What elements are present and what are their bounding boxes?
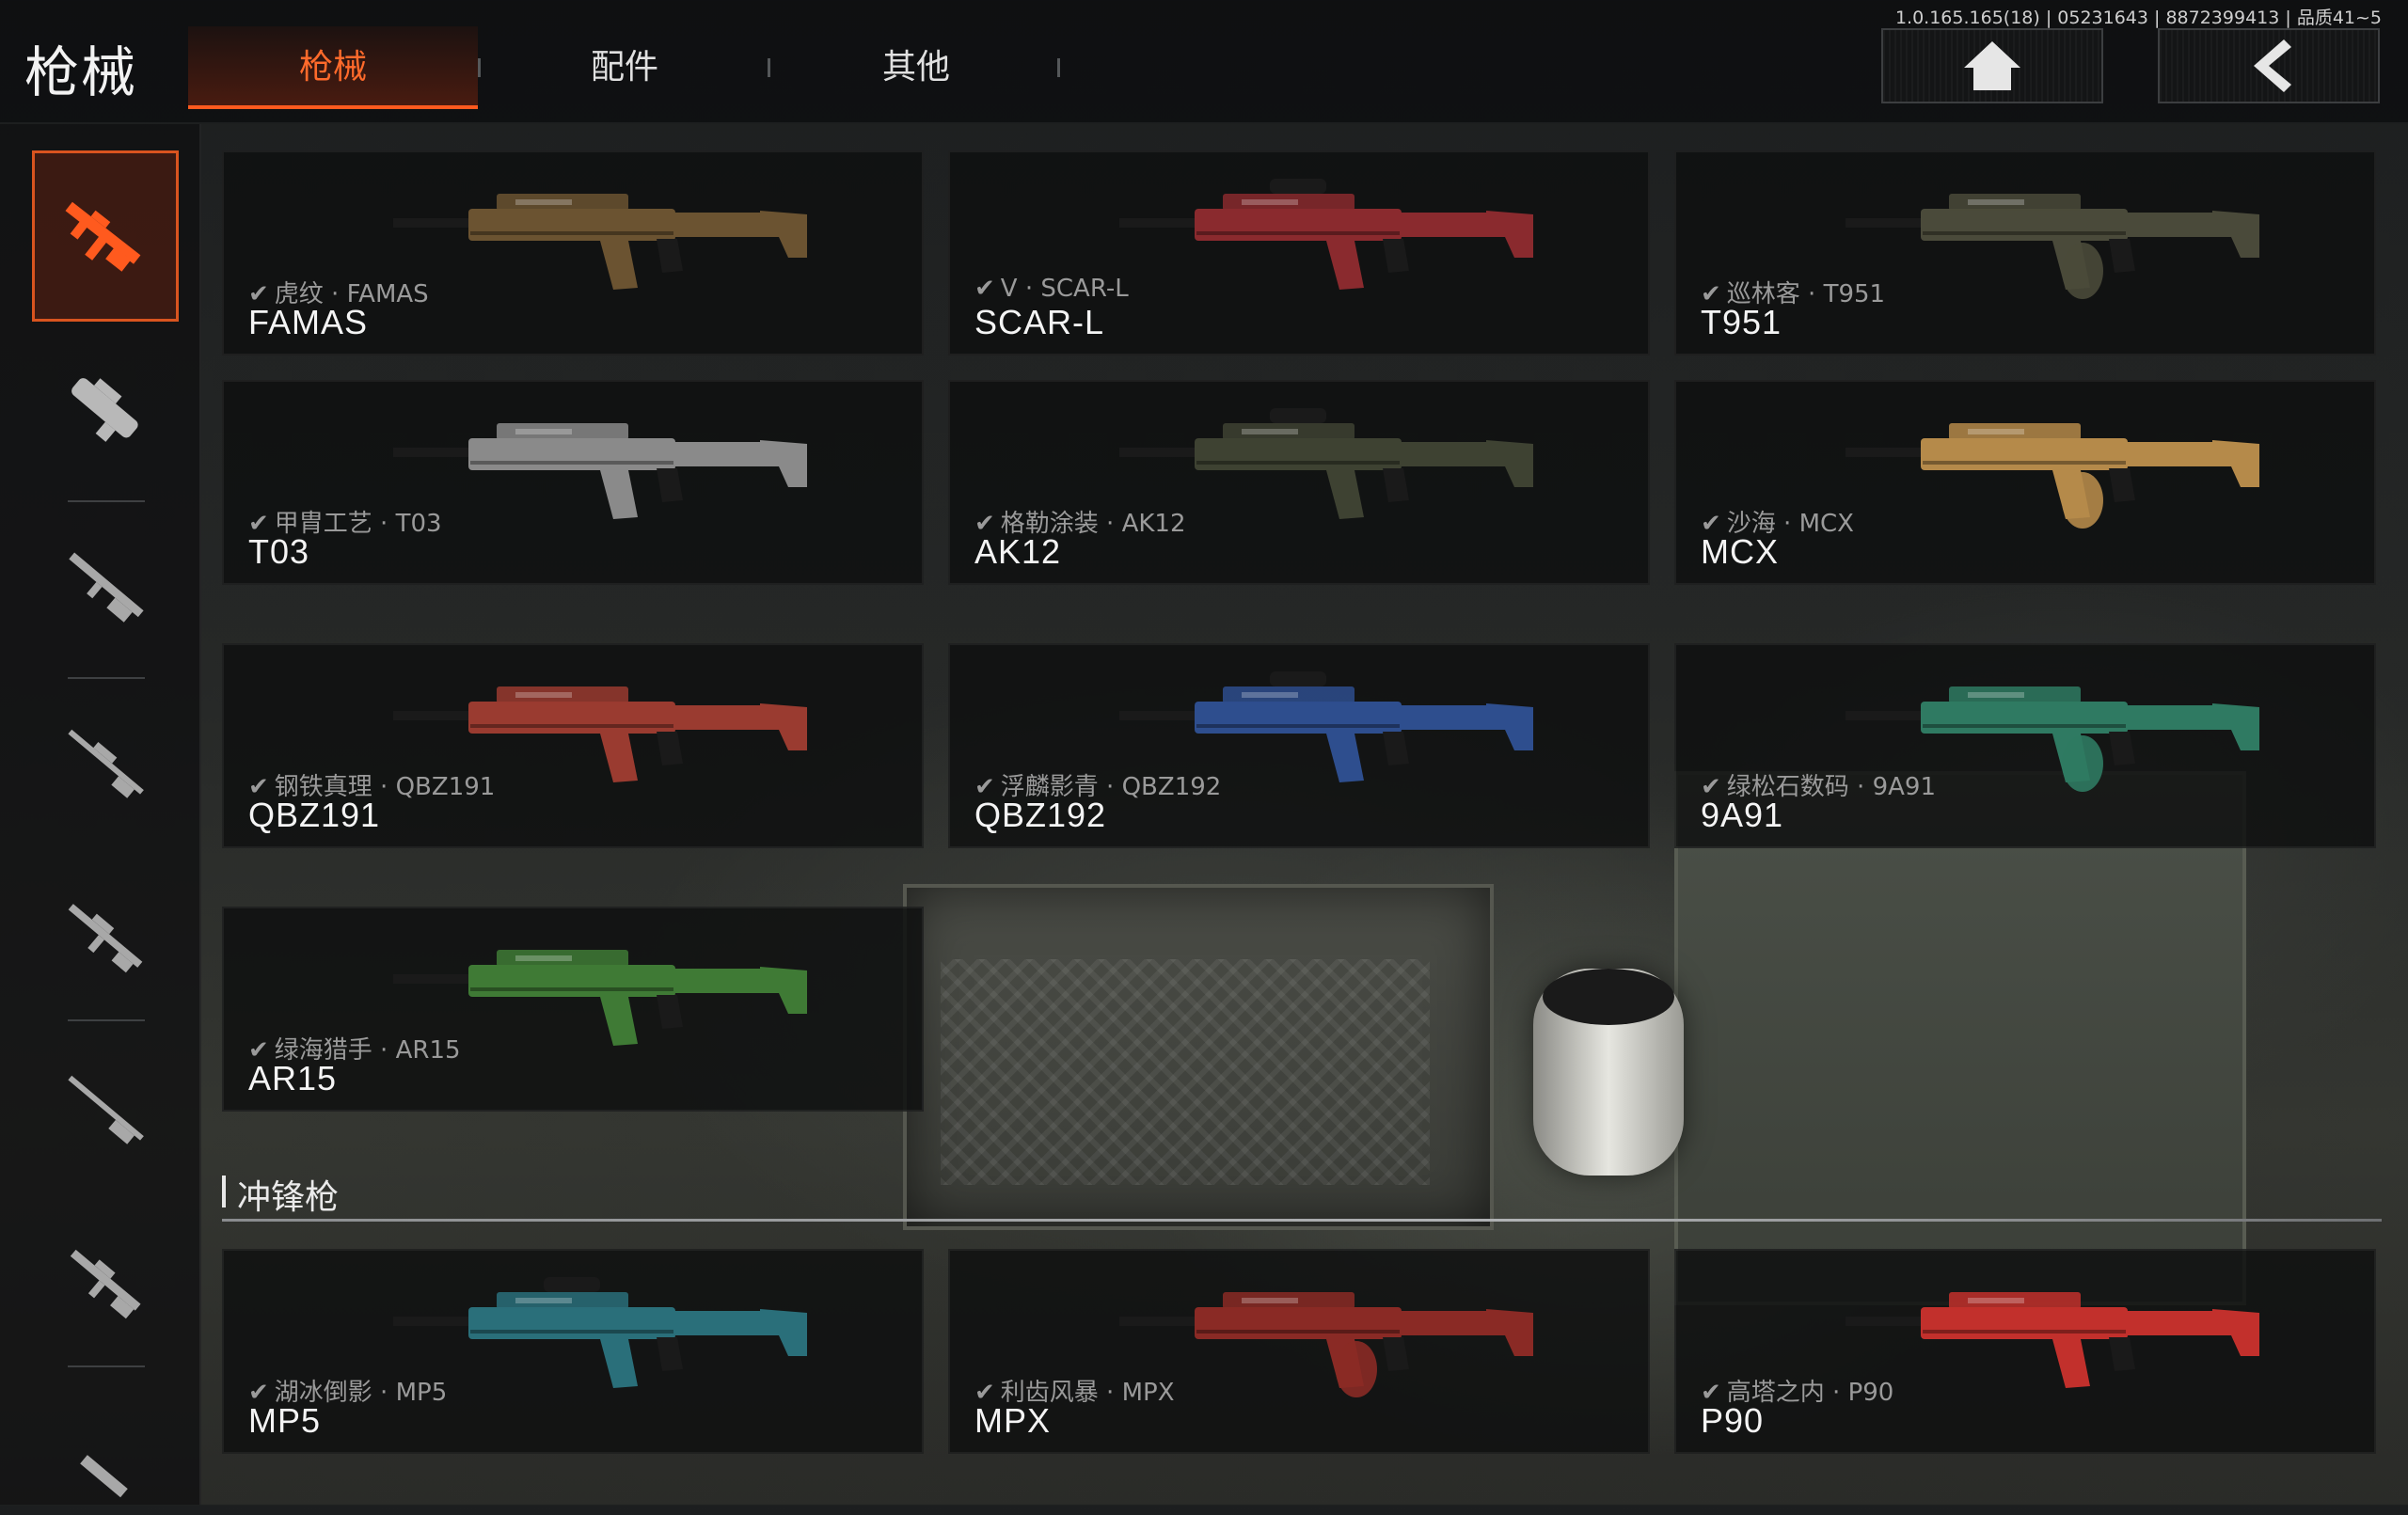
weapon-card-qbz191[interactable]: ✔ 钢铁真理 · QBZ191 QBZ191 — [222, 643, 924, 848]
weapon-name: AR15 — [248, 1059, 338, 1097]
section-divider — [222, 1219, 2382, 1222]
weapon-image-container — [384, 395, 816, 540]
weapon-image-container — [1110, 166, 1543, 310]
weapon-image-container — [1836, 166, 2269, 310]
weapon-card-9a91[interactable]: ✔ 绿松石数码 · 9A91 9A91 — [1674, 643, 2376, 848]
weapon-category-sidebar — [0, 124, 201, 1505]
carbine-icon — [70, 1249, 141, 1319]
smg-icon — [71, 378, 138, 442]
weapon-name: QBZ192 — [974, 796, 1107, 834]
tab-divider — [1057, 58, 1060, 77]
section-header-smg: 冲锋枪 — [222, 1166, 2382, 1222]
weapon-card-famas[interactable]: ✔ 虎纹 · FAMAS FAMAS — [222, 150, 924, 355]
back-button[interactable] — [2158, 28, 2380, 103]
weapon-card-t03[interactable]: ✔ 甲胄工艺 · T03 T03 — [222, 380, 924, 585]
weapon-image-container — [1110, 1264, 1543, 1409]
weapon-image-container — [1836, 1264, 2269, 1409]
weapon-name: MPX — [974, 1401, 1052, 1440]
weapon-name: FAMAS — [248, 303, 369, 341]
weapon-name: MCX — [1701, 532, 1779, 571]
weapon-card-ak12[interactable]: ✔ 格勒涂装 · AK12 AK12 — [948, 380, 1650, 585]
weapon-image — [1119, 1292, 1533, 1397]
background-lantern-cap — [1543, 969, 1674, 1025]
category-divider — [68, 1019, 145, 1021]
version-info: 1.0.165.165(18) | 05231643 | 8872399413 … — [1894, 8, 2382, 28]
weapon-name: AK12 — [974, 532, 1062, 571]
weapon-image-container — [384, 1264, 816, 1409]
home-button[interactable] — [1881, 28, 2103, 103]
background-crate-right — [1674, 771, 2246, 1305]
weapon-card-mpx[interactable]: ✔ 利齿风暴 · MPX MPX — [948, 1249, 1650, 1454]
top-header: 枪械 枪械 配件 其他 1.0.165.165(18) | 05231643 |… — [0, 0, 2408, 124]
weapon-card-p90[interactable]: ✔ 高塔之内 · P90 P90 — [1674, 1249, 2376, 1454]
weapon-image — [393, 1277, 807, 1388]
weapon-name: T951 — [1701, 303, 1782, 341]
category-smg[interactable] — [32, 322, 179, 493]
weapon-image — [1846, 194, 2259, 299]
sniper-rifle-icon — [68, 729, 144, 798]
home-icon — [1964, 41, 2020, 90]
weapon-name: 9A91 — [1701, 796, 1784, 834]
skin-tag-icon: ✔ — [974, 275, 995, 303]
weapon-image — [393, 423, 807, 519]
weapon-image-container — [384, 166, 816, 310]
tab-divider — [768, 58, 770, 77]
weapon-card-qbz192[interactable]: ✔ 浮麟影青 · QBZ192 QBZ192 — [948, 643, 1650, 848]
assault-rifle-icon — [65, 201, 141, 272]
weapon-card-ar15[interactable]: ✔ 绿海猎手 · AR15 AR15 — [222, 907, 924, 1112]
category-assault-rifle[interactable] — [32, 150, 179, 322]
category-pistol[interactable] — [32, 1367, 179, 1505]
weapon-name: P90 — [1701, 1401, 1765, 1440]
weapon-image — [393, 194, 807, 290]
category-marksman[interactable] — [32, 850, 179, 1021]
marksman-rifle-icon — [68, 904, 143, 973]
pistol-icon — [80, 1454, 128, 1498]
chevron-left-icon — [2254, 39, 2291, 92]
section-marker — [222, 1176, 226, 1207]
weapon-name: SCAR-L — [974, 303, 1105, 341]
weapon-image — [1119, 179, 1533, 290]
weapon-name: T03 — [248, 532, 310, 571]
category-sniper[interactable] — [32, 677, 179, 848]
section-title: 冲锋枪 — [237, 1178, 340, 1217]
tab-guns[interactable]: 枪械 — [188, 26, 478, 109]
skin-name: V · SCAR-L — [1000, 275, 1129, 303]
tab-other[interactable]: 其他 — [771, 26, 1061, 109]
shotgun-icon — [69, 552, 144, 623]
bolt-rifle-icon — [68, 1075, 144, 1144]
category-bolt-rifle[interactable] — [32, 1023, 179, 1194]
weapon-card-scar-l[interactable]: ✔ V · SCAR-L SCAR-L — [948, 150, 1650, 355]
weapon-image — [1846, 423, 2259, 529]
category-shotgun[interactable] — [32, 500, 179, 671]
weapon-image-container — [1836, 395, 2269, 540]
page-title: 枪械 — [24, 40, 138, 104]
weapon-image — [1846, 1292, 2259, 1388]
tab-attachments[interactable]: 配件 — [480, 26, 769, 109]
weapon-skin-label: ✔ V · SCAR-L — [974, 275, 1129, 303]
weapon-card-t951[interactable]: ✔ 巡林客 · T951 T951 — [1674, 150, 2376, 355]
weapon-card-mcx[interactable]: ✔ 沙海 · MCX MCX — [1674, 380, 2376, 585]
weapon-name: MP5 — [248, 1401, 322, 1440]
weapon-name: QBZ191 — [248, 796, 381, 834]
background-crate-mesh — [941, 959, 1430, 1185]
category-carbine[interactable] — [32, 1196, 179, 1367]
weapon-card-mp5[interactable]: ✔ 湖冰倒影 · MP5 MP5 — [222, 1249, 924, 1454]
